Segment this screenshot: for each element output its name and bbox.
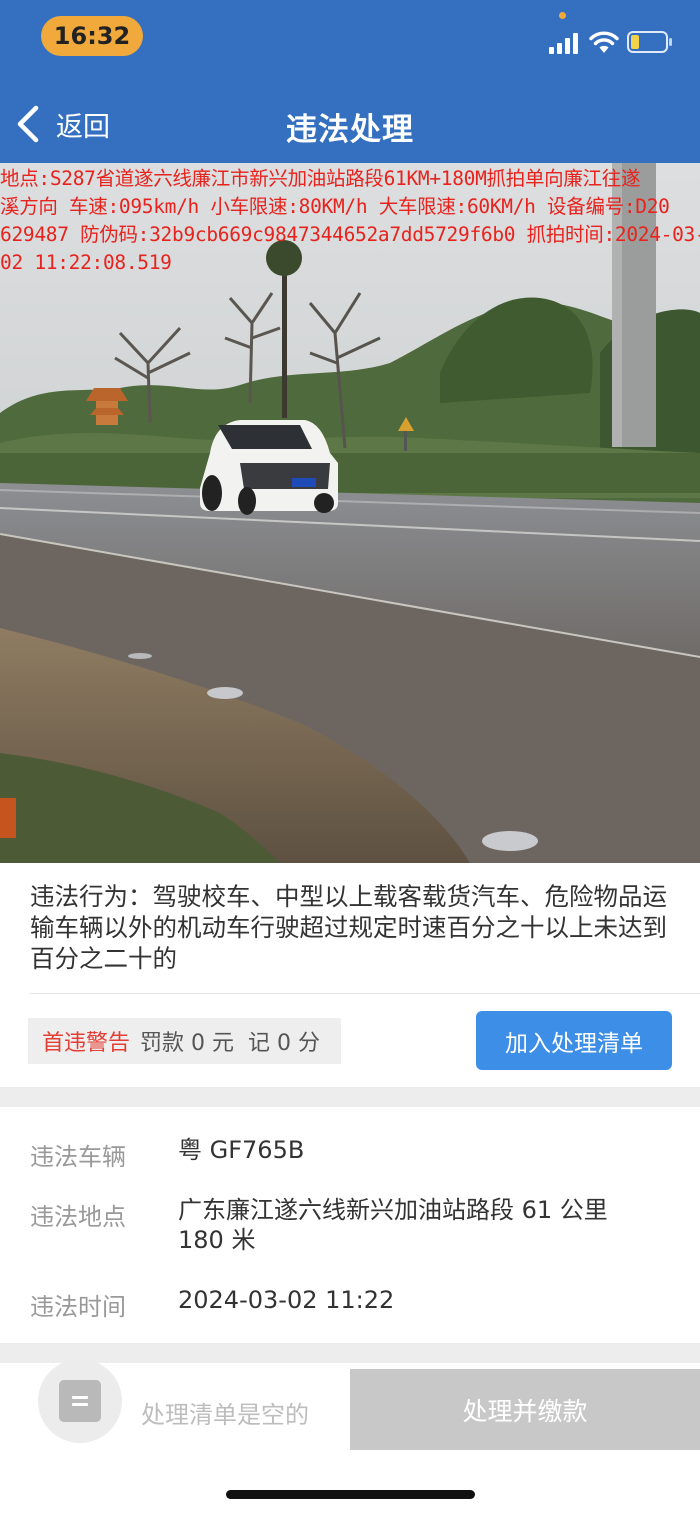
process-and-pay-button[interactable]: 处理并缴款 bbox=[350, 1369, 700, 1450]
penalty-points: 记 0 分 bbox=[248, 1031, 320, 1056]
privacy-indicator-dot bbox=[559, 12, 566, 19]
app-header: 16:32 返回 违法处理 bbox=[0, 0, 700, 163]
time-value: 2024-03-02 11:22 bbox=[178, 1286, 395, 1314]
overlay-line-4: 02 11:22:08.519 bbox=[0, 251, 172, 274]
navigation-bar: 返回 违法处理 bbox=[0, 90, 700, 160]
cellular-signal-icon bbox=[549, 33, 578, 54]
vehicle-plate: 粤 GF765B bbox=[178, 1136, 305, 1164]
add-to-list-button[interactable]: 加入处理清单 bbox=[476, 1011, 672, 1070]
status-time: 16:32 bbox=[41, 16, 143, 56]
status-bar: 16:32 bbox=[0, 0, 700, 80]
captured-car bbox=[200, 420, 338, 515]
vehicle-label: 违法车辆 bbox=[30, 1143, 126, 1171]
wifi-icon bbox=[589, 31, 619, 53]
page-title: 违法处理 bbox=[286, 112, 414, 148]
empty-list-text: 处理清单是空的 bbox=[141, 1401, 309, 1429]
first-offense-warning: 首违警告 bbox=[42, 1031, 131, 1056]
violation-card: 违法行为：驾驶校车、中型以上载客载货汽车、危险物品运输车辆以外的机动车行驶超过规… bbox=[0, 863, 700, 1087]
fine-amount: 罚款 0 元 bbox=[140, 1031, 234, 1056]
location-label: 违法地点 bbox=[30, 1203, 126, 1231]
violation-photo[interactable]: 地点:S287省道遂六线廉江市新兴加油站路段61KM+180M抓拍单向廉江往遂 … bbox=[0, 163, 700, 863]
time-label: 违法时间 bbox=[30, 1293, 126, 1321]
list-icon bbox=[59, 1380, 101, 1422]
home-indicator bbox=[226, 1490, 475, 1499]
overlay-line-2: 溪方向 车速:095km/h 小车限速:80KM/h 大车限速:60KM/h 设… bbox=[0, 195, 670, 218]
camera-overlay-text: 地点:S287省道遂六线廉江市新兴加油站路段61KM+180M抓拍单向廉江往遂 … bbox=[0, 165, 700, 277]
penalty-summary: 首违警告 罚款 0 元 记 0 分 bbox=[28, 1018, 341, 1064]
process-list-button[interactable] bbox=[38, 1359, 122, 1443]
divider bbox=[30, 993, 700, 994]
overlay-line-3: 629487 防伪码:32b9cb669c9847344652a7dd5729f… bbox=[0, 223, 700, 246]
location-value: 广东廉江遂六线新兴加油站路段 61 公里 180 米 bbox=[178, 1196, 608, 1254]
violation-behavior: 违法行为：驾驶校车、中型以上载客载货汽车、危险物品运输车辆以外的机动车行驶超过规… bbox=[30, 882, 667, 973]
overlay-line-1: 地点:S287省道遂六线廉江市新兴加油站路段61KM+180M抓拍单向廉江往遂 bbox=[0, 167, 641, 190]
violation-details: 违法车辆 粤 GF765B 违法地点 广东廉江遂六线新兴加油站路段 61 公里 … bbox=[0, 1107, 700, 1343]
battery-low-icon bbox=[627, 31, 672, 53]
bottom-action-bar: 处理清单是空的 处理并缴款 bbox=[0, 1359, 700, 1514]
